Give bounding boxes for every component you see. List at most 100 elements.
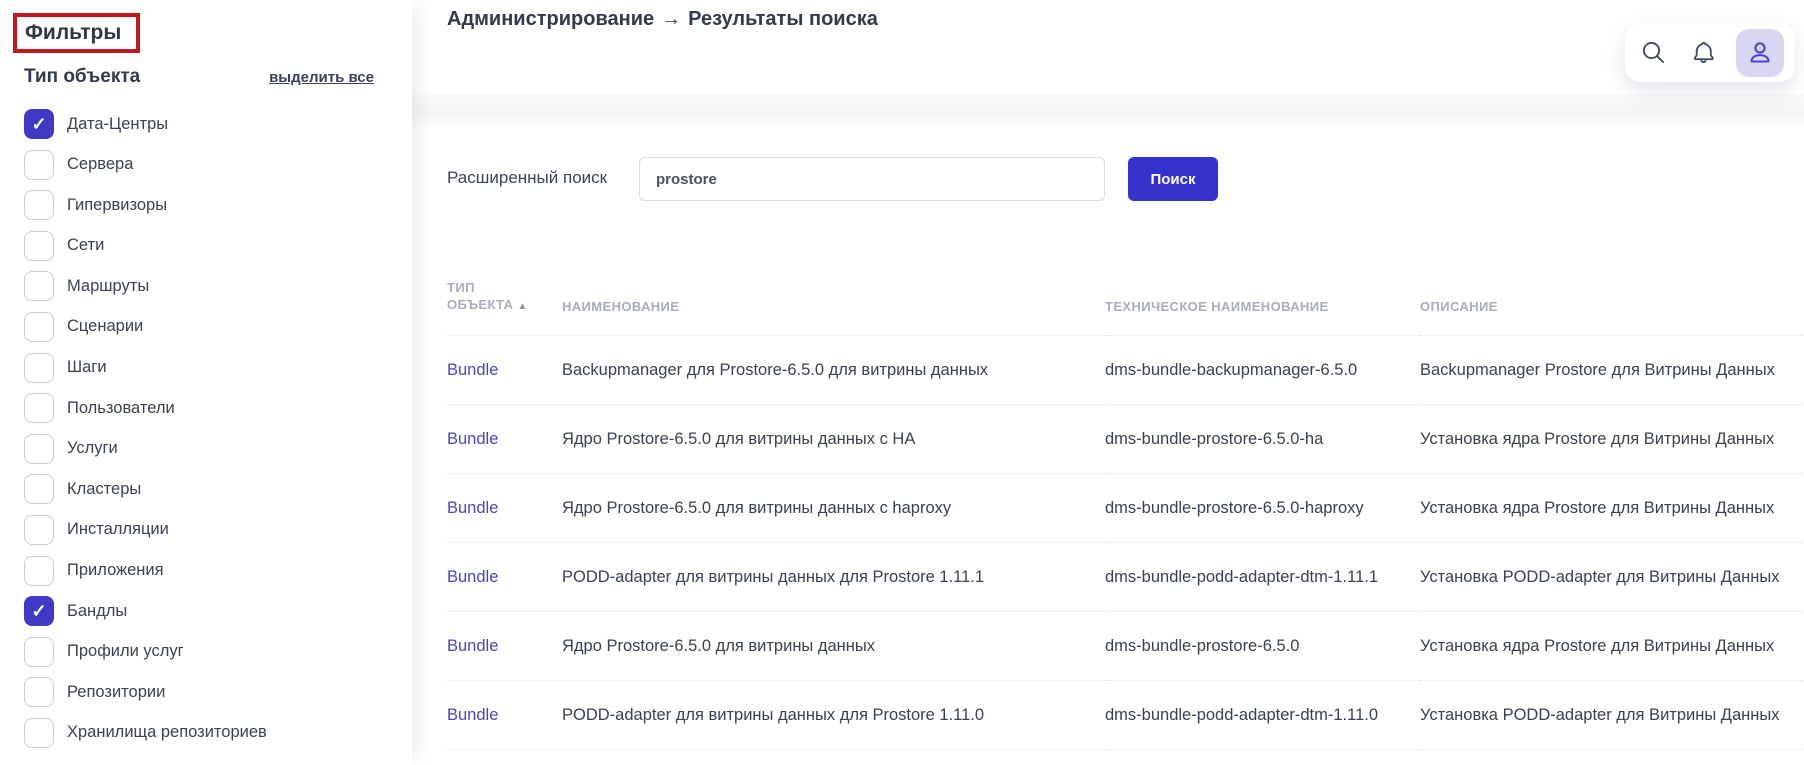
name-cell: Ядро Prostore-6.5.0 для витрины данных с… xyxy=(562,473,1105,543)
checkbox[interactable] xyxy=(24,555,54,586)
column-header-name[interactable]: НАИМЕНОВАНИЕ xyxy=(562,232,1105,336)
table-row[interactable]: Bundle Ядро Prostore-6.4.0 для витрины д… xyxy=(447,749,1804,765)
description-cell: Backupmanager Prostore для Витрины Данны… xyxy=(1420,335,1804,405)
filter-checkbox-item[interactable]: Маршруты xyxy=(24,271,267,302)
table-row[interactable]: Bundle PODD-adapter для витрины данных д… xyxy=(447,680,1804,750)
sort-asc-icon[interactable]: ▲ xyxy=(517,301,527,312)
name-cell: PODD-adapter для витрины данных для Pros… xyxy=(562,542,1105,612)
filter-checkbox-list: Дата-Центры Сервера Гипервизоры Сети Мар… xyxy=(24,109,267,759)
tech-name-cell: dms-bundle-prostore-6.5.0-ha xyxy=(1105,404,1420,474)
checkbox[interactable] xyxy=(24,514,54,545)
filter-checkbox-item[interactable]: Гипервизоры xyxy=(24,190,267,221)
filter-label: Бандлы xyxy=(67,601,128,620)
object-type-link[interactable]: Bundle xyxy=(447,568,498,586)
checkbox[interactable] xyxy=(24,393,54,424)
filter-checkbox-item[interactable]: Шаги xyxy=(24,352,267,383)
table-header-row: ТИП ОБЪЕКТА ▲ НАИМЕНОВАНИЕ ТЕХНИЧЕСКОЕ НА… xyxy=(447,232,1804,336)
name-cell: Ядро Prostore-6.5.0 для витрины данных xyxy=(562,611,1105,681)
table-row[interactable]: Bundle Ядро Prostore-6.5.0 для витрины д… xyxy=(447,611,1804,681)
checkbox[interactable] xyxy=(24,271,54,302)
filter-label: Кластеры xyxy=(67,479,142,498)
filter-checkbox-item[interactable]: Сценарии xyxy=(24,311,267,342)
description-cell: Установка ядра Prostore для Витрины Данн… xyxy=(1420,749,1804,765)
name-cell: PODD-adapter для витрины данных для Pros… xyxy=(562,680,1105,750)
checkbox[interactable] xyxy=(24,636,54,667)
search-icon[interactable] xyxy=(1636,36,1670,70)
description-cell: Установка ядра Prostore для Витрины Данн… xyxy=(1420,404,1804,474)
topbar-icon-pill xyxy=(1625,23,1795,82)
filter-checkbox-item[interactable]: Кластеры xyxy=(24,474,267,505)
checkbox[interactable] xyxy=(24,677,54,708)
user-icon[interactable] xyxy=(1736,28,1784,77)
red-annotation-box: Фильтры xyxy=(13,13,140,53)
name-cell: Backupmanager для Prostore-6.5.0 для вит… xyxy=(562,335,1105,405)
table-row[interactable]: Bundle Backupmanager для Prostore-6.5.0 … xyxy=(447,335,1804,405)
app-window: { "colors":{ "accent_checkbox":"#3e3ac5"… xyxy=(0,0,1804,765)
tech-name-cell: dms-bundle-podd-adapter-dtm-1.11.0 xyxy=(1105,680,1420,750)
search-submit-button[interactable]: Поиск xyxy=(1128,157,1218,201)
checkbox[interactable] xyxy=(24,190,54,221)
filter-label: Сети xyxy=(67,236,105,255)
column-header-description[interactable]: ОПИСАНИЕ xyxy=(1420,232,1804,336)
advanced-search-label: Расширенный поиск xyxy=(447,168,608,187)
filter-label: Репозитории xyxy=(67,682,166,701)
bell-icon[interactable] xyxy=(1686,36,1720,70)
header-divider-band xyxy=(412,94,1804,128)
filter-label: Хранилища репозиториев xyxy=(67,723,267,742)
object-type-link[interactable]: Bundle xyxy=(447,706,498,724)
breadcrumb: Администрирование → Результаты поиска xyxy=(447,8,878,31)
filter-checkbox-item[interactable]: Бандлы xyxy=(24,596,267,627)
filter-checkbox-item[interactable]: Дата-Центры xyxy=(24,109,267,139)
filter-label: Профили услуг xyxy=(67,642,184,661)
filter-label: Услуги xyxy=(67,439,118,458)
filter-checkbox-item[interactable]: Хранилища репозиториев xyxy=(24,717,267,748)
filter-checkbox-item[interactable]: Сети xyxy=(24,230,267,261)
filter-label: Инсталляции xyxy=(67,520,169,539)
tech-name-cell: dms-bundle-prostore-6.5.0-haproxy xyxy=(1105,473,1420,543)
description-cell: Установка PODD-adapter для Витрины Данны… xyxy=(1420,680,1804,750)
filter-checkbox-item[interactable]: Инсталляции xyxy=(24,514,267,545)
filters-sidebar: Фильтры Тип объекта выделить все Дата-Це… xyxy=(0,0,412,765)
filter-checkbox-item[interactable]: Сервера xyxy=(24,149,267,180)
search-results-table: ТИП ОБЪЕКТА ▲ НАИМЕНОВАНИЕ ТЕХНИЧЕСКОЕ НА… xyxy=(447,232,1804,765)
checkbox[interactable] xyxy=(24,596,54,627)
filter-checkbox-item[interactable]: Приложения xyxy=(24,555,267,586)
object-type-link[interactable]: Bundle xyxy=(447,430,498,448)
filter-label: Сервера xyxy=(67,155,134,174)
column-header-object-type[interactable]: ТИП ОБЪЕКТА ▲ xyxy=(447,232,562,336)
tech-name-cell: dms-bundle-prostore-6.5.0 xyxy=(1105,611,1420,681)
checkbox[interactable] xyxy=(24,311,54,342)
breadcrumb-current: Результаты поиска xyxy=(688,8,878,30)
object-type-link[interactable]: Bundle xyxy=(447,637,498,655)
table-row[interactable]: Bundle PODD-adapter для витрины данных д… xyxy=(447,542,1804,612)
filter-label: Дата-Центры xyxy=(67,114,169,133)
description-cell: Установка PODD-adapter для Витрины Данны… xyxy=(1420,542,1804,612)
description-cell: Установка ядра Prostore для Витрины Данн… xyxy=(1420,473,1804,543)
table-row[interactable]: Bundle Ядро Prostore-6.5.0 для витрины д… xyxy=(447,473,1804,543)
checkbox[interactable] xyxy=(24,433,54,464)
search-input[interactable] xyxy=(639,157,1105,201)
main-content: Администрирование → Результаты поиска Расш… xyxy=(412,0,1804,765)
table-row[interactable]: Bundle Ядро Prostore-6.5.0 для витрины д… xyxy=(447,404,1804,474)
filter-label: Маршруты xyxy=(67,276,150,295)
filter-label: Гипервизоры xyxy=(67,195,168,214)
checkbox[interactable] xyxy=(24,352,54,383)
checkbox[interactable] xyxy=(24,109,54,139)
object-type-link[interactable]: Bundle xyxy=(447,499,498,517)
filter-checkbox-item[interactable]: Услуги xyxy=(24,433,267,464)
select-all-link[interactable]: выделить все xyxy=(269,69,374,86)
tech-name-cell: dms-bundle-backupmanager-6.5.0 xyxy=(1105,335,1420,405)
checkbox[interactable] xyxy=(24,474,54,505)
filter-label: Шаги xyxy=(67,358,107,377)
filter-checkbox-item[interactable]: Пользователи xyxy=(24,393,267,424)
description-cell: Установка ядра Prostore для Витрины Данн… xyxy=(1420,611,1804,681)
column-header-tech-name[interactable]: ТЕХНИЧЕСКОЕ НАИМЕНОВАНИЕ xyxy=(1105,232,1420,336)
checkbox[interactable] xyxy=(24,149,54,180)
object-type-link[interactable]: Bundle xyxy=(447,361,498,379)
object-type-section-header: Тип объекта выделить все xyxy=(24,66,374,88)
filter-checkbox-item[interactable]: Репозитории xyxy=(24,677,267,708)
checkbox[interactable] xyxy=(24,230,54,261)
breadcrumb-parent[interactable]: Администрирование xyxy=(447,8,654,30)
filter-checkbox-item[interactable]: Профили услуг xyxy=(24,636,267,667)
checkbox[interactable] xyxy=(24,717,54,748)
